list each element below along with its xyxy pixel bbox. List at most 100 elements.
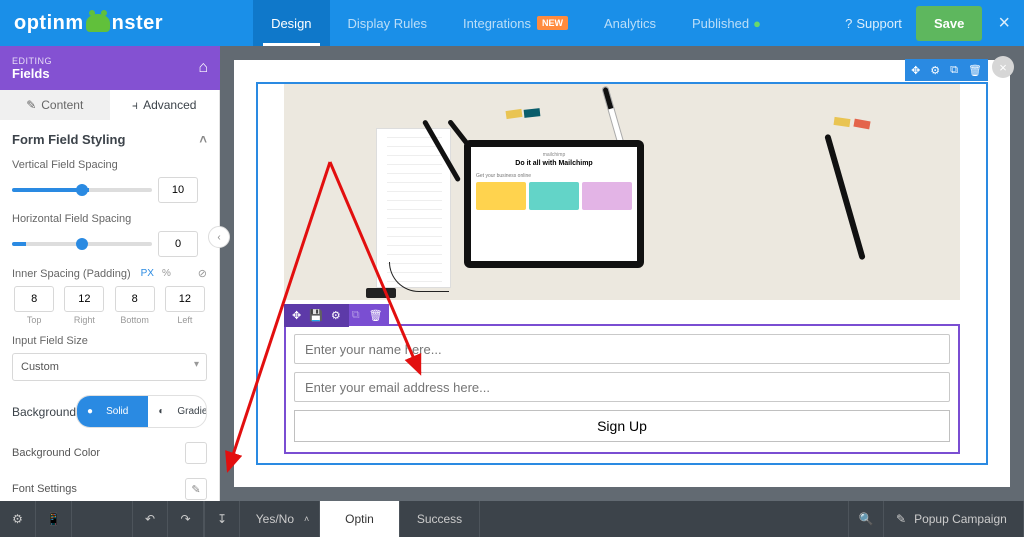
nav-design[interactable]: Design	[253, 0, 329, 46]
gear-icon: ⚙	[12, 512, 23, 526]
select-input-size[interactable]: Custom	[12, 353, 207, 381]
help-icon: ?	[845, 16, 852, 31]
email-input[interactable]	[294, 372, 950, 402]
main-area: EDITING Fields ⌂ ✎Content ⫞Advanced Form…	[0, 46, 1024, 501]
nav-analytics[interactable]: Analytics	[586, 0, 674, 46]
logo-mark-icon	[86, 14, 110, 32]
hero-image: mailchimp Do it all with Mailchimp Get y…	[284, 84, 960, 300]
search-icon: 🔍	[859, 512, 874, 526]
bg-color-swatch[interactable]	[185, 442, 207, 464]
sidebar-tabs: ✎Content ⫞Advanced	[0, 90, 219, 120]
pen-decor	[824, 134, 866, 261]
bottom-redo[interactable]: ↷	[168, 501, 204, 537]
preview-area: ‹ × ✥ ⚙ ⧉ 🗑	[220, 46, 1024, 501]
copy-icon: ⧉	[352, 309, 360, 322]
slider-horizontal-spacing[interactable]	[12, 242, 152, 246]
link-values-icon[interactable]: ⊘	[198, 267, 207, 280]
background-type-toggle: ● Solid ◐ Gradient	[76, 395, 207, 428]
new-badge: NEW	[537, 16, 568, 30]
input-pad-bottom[interactable]	[115, 286, 155, 312]
tab-advanced[interactable]: ⫞Advanced	[110, 90, 220, 120]
seg-gradient[interactable]: ◐ Gradient	[148, 396, 207, 427]
input-pad-left[interactable]	[165, 286, 205, 312]
field-toolbar: ✥ 💾 ⚙ ⧉ 🗑	[284, 304, 389, 326]
label-vspacing: Vertical Field Spacing	[12, 159, 207, 171]
output-icon: ↧	[217, 512, 227, 526]
input-horizontal-spacing[interactable]	[158, 231, 198, 257]
unit-px[interactable]: PX	[141, 268, 154, 279]
tape-decor	[853, 119, 870, 130]
editing-header: EDITING Fields ⌂	[0, 46, 220, 90]
top-nav: optinmnster Design Display Rules Integra…	[0, 0, 1024, 46]
support-link[interactable]: ?Support	[845, 16, 902, 31]
tab-content[interactable]: ✎Content	[0, 90, 110, 120]
input-pad-top[interactable]	[14, 286, 54, 312]
chevron-up-icon: ˄	[199, 132, 207, 147]
phone-icon: 📱	[46, 512, 61, 526]
gear-icon[interactable]: ⚙	[930, 64, 940, 77]
brand-logo: optinmnster	[14, 12, 163, 35]
input-pad-right[interactable]	[64, 286, 104, 312]
section-form-field-styling[interactable]: Form Field Styling ˄	[12, 132, 207, 147]
tape-decor	[524, 108, 541, 118]
label-bg-color: Background Color	[12, 447, 100, 459]
nav-published[interactable]: Published ●	[674, 0, 779, 46]
label-font-settings: Font Settings	[12, 483, 77, 495]
popup-block[interactable]: ✥ ⚙ ⧉ 🗑	[256, 82, 988, 465]
close-app-button[interactable]: ×	[998, 12, 1010, 35]
tape-decor	[506, 109, 523, 119]
slider-vertical-spacing[interactable]	[12, 188, 152, 192]
bottom-output[interactable]: ↧	[204, 501, 240, 537]
undo-icon: ↶	[145, 512, 155, 526]
pencil-icon: ✎	[896, 512, 906, 526]
label-background: Background	[12, 405, 76, 419]
bottom-settings[interactable]: ⚙	[0, 501, 36, 537]
save-button[interactable]: Save	[916, 6, 982, 41]
collapse-sidebar-button[interactable]: ‹	[208, 226, 230, 248]
move-icon[interactable]: ✥	[911, 64, 920, 77]
sliders-icon: ⫞	[132, 98, 138, 113]
bottom-undo[interactable]: ↶	[132, 501, 168, 537]
editing-title: Fields	[12, 66, 52, 81]
redo-icon: ↷	[180, 512, 190, 526]
step-success[interactable]: Success	[400, 501, 480, 537]
popup-canvas: × ✥ ⚙ ⧉ 🗑	[234, 60, 1010, 487]
block-toolbar: ✥ ⚙ ⧉ 🗑	[905, 59, 988, 81]
pencil-icon: ✎	[26, 98, 36, 112]
step-optin[interactable]: Optin	[320, 501, 400, 537]
signup-button[interactable]: Sign Up	[294, 410, 950, 442]
bottom-bar: ⚙ 📱 ↶ ↷ ↧ Yes/No ˄ Optin Success 🔍 ✎Popu…	[0, 501, 1024, 537]
nav-display-rules[interactable]: Display Rules	[330, 0, 445, 46]
chevron-up-icon: ˄	[304, 514, 309, 524]
home-icon[interactable]: ⌂	[198, 59, 208, 77]
tape-decor	[834, 117, 851, 127]
editing-label: EDITING	[12, 56, 52, 66]
trash-icon[interactable]: 🗑	[968, 64, 982, 77]
fields-block[interactable]: ✥ 💾 ⚙ ⧉ 🗑 Sign Up	[284, 324, 960, 454]
save-icon[interactable]: 💾	[309, 309, 323, 322]
move-icon[interactable]: ✥	[292, 309, 301, 322]
close-popup-icon[interactable]: ×	[992, 56, 1014, 78]
gear-icon[interactable]: ⚙	[331, 309, 341, 322]
campaign-menu[interactable]: ✎Popup Campaign	[884, 501, 1024, 537]
usb-decor	[366, 288, 396, 298]
name-input[interactable]	[294, 334, 950, 364]
sidebar: EDITING Fields ⌂ ✎Content ⫞Advanced Form…	[0, 46, 220, 501]
nav-integrations[interactable]: IntegrationsNEW	[445, 0, 586, 46]
pencil-icon: ✎	[191, 483, 200, 496]
advanced-panel: Form Field Styling ˄ Vertical Field Spac…	[0, 120, 219, 501]
copy-icon[interactable]: ⧉	[950, 64, 958, 77]
seg-solid[interactable]: ● Solid	[77, 396, 148, 427]
step-yesno[interactable]: Yes/No ˄	[240, 501, 320, 537]
published-check-icon: ●	[753, 16, 761, 31]
label-padding: Inner Spacing (Padding) PX % ⊘	[12, 267, 207, 280]
input-vertical-spacing[interactable]	[158, 177, 198, 203]
tablet-mockup: mailchimp Do it all with Mailchimp Get y…	[464, 140, 644, 268]
trash-icon[interactable]: 🗑	[369, 309, 383, 322]
unit-pct[interactable]: %	[162, 268, 171, 279]
font-settings-button[interactable]: ✎	[185, 478, 207, 500]
bottom-mobile-preview[interactable]: 📱	[36, 501, 72, 537]
label-hspacing: Horizontal Field Spacing	[12, 213, 207, 225]
bottom-search[interactable]: 🔍	[848, 501, 884, 537]
label-input-size: Input Field Size	[12, 335, 207, 347]
